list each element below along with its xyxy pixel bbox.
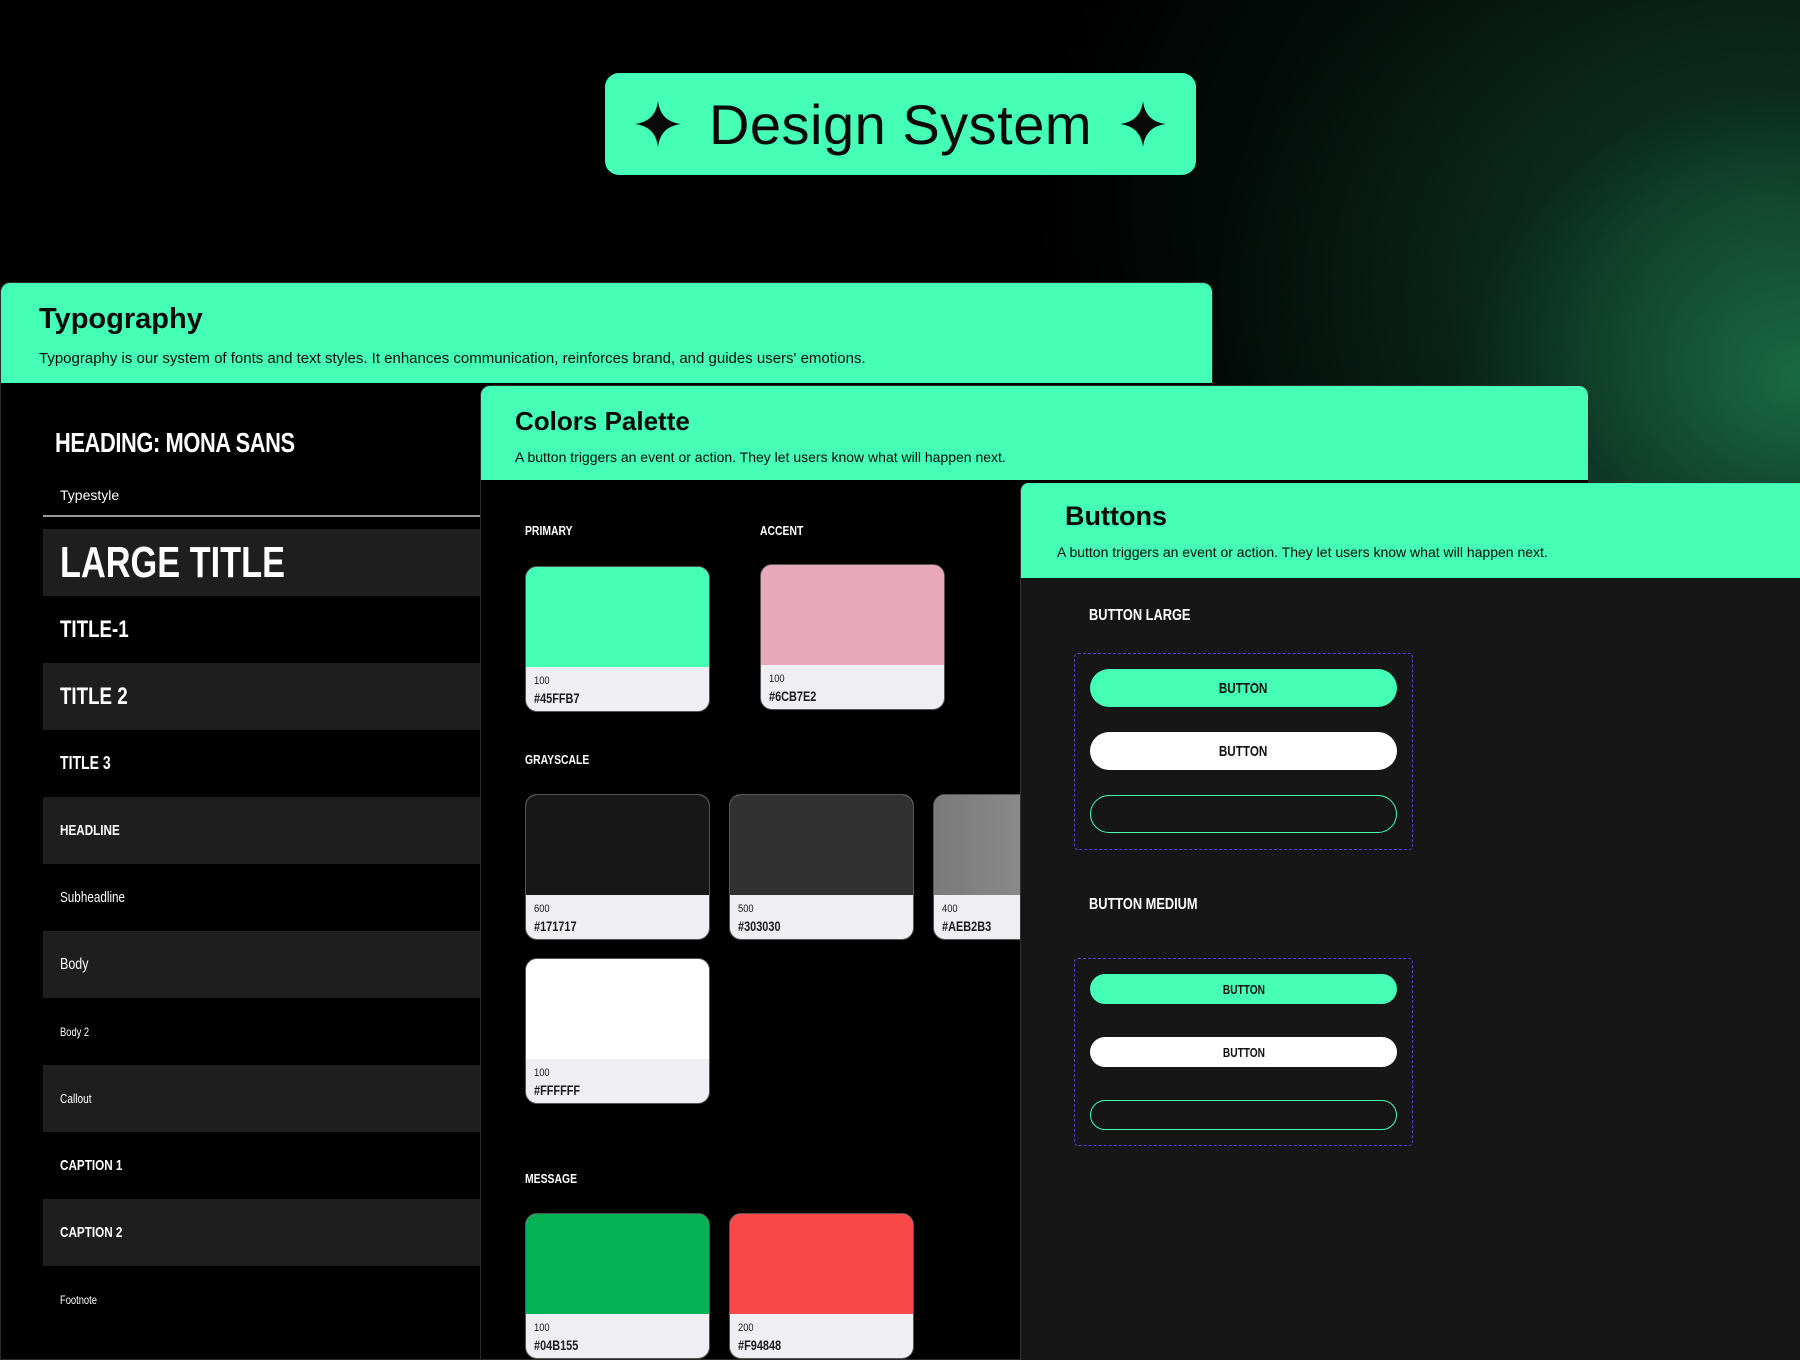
swatch-level: 100: [769, 673, 785, 685]
type-row-title-2: TITLE 2: [43, 663, 481, 730]
type-row-caption-2: CAPTION 2: [43, 1199, 481, 1266]
medium-outline-button[interactable]: [1090, 1100, 1397, 1130]
color-chip: [526, 795, 709, 895]
color-swatch-gray-600[interactable]: 600 #171717: [525, 794, 710, 940]
type-row-body-2: Body 2: [60, 1024, 90, 1039]
color-swatch-gray-100[interactable]: 100 #FFFFFF: [525, 958, 710, 1104]
sparkle-icon: [634, 101, 681, 147]
color-swatch-error[interactable]: 200 #F94848: [729, 1213, 914, 1359]
page-title: Design System: [708, 92, 1093, 156]
accent-label: ACCENT: [760, 523, 804, 538]
large-outline-button[interactable]: [1090, 795, 1397, 833]
divider: [43, 515, 481, 517]
colors-description: A button triggers an event or action. Th…: [515, 449, 1006, 465]
buttons-header: Buttons A button triggers an event or ac…: [1021, 483, 1800, 578]
swatch-hex: #04B155: [534, 1337, 579, 1353]
type-row-title-1: TITLE-1: [60, 615, 129, 643]
primary-label: PRIMARY: [525, 523, 573, 538]
color-swatch-accent[interactable]: 100 #6CB7E2: [760, 564, 945, 710]
type-row-large-title: LARGE TITLE: [43, 529, 481, 596]
color-chip: [730, 1214, 913, 1314]
color-chip: [526, 567, 709, 667]
swatch-hex: #6CB7E2: [769, 688, 817, 704]
color-chip: [730, 795, 913, 895]
button-medium-label: BUTTON MEDIUM: [1089, 896, 1198, 913]
swatch-hex: #45FFB7: [534, 690, 580, 706]
type-row-footnote: Footnote: [60, 1292, 97, 1307]
typestyle-label: Typestyle: [60, 487, 120, 503]
color-swatch-primary[interactable]: 100 #45FFB7: [525, 566, 710, 712]
color-swatch-success[interactable]: 100 #04B155: [525, 1213, 710, 1359]
color-swatch-gray-500[interactable]: 500 #303030: [729, 794, 914, 940]
swatch-hex: #303030: [738, 918, 781, 934]
swatch-hex: #FFFFFF: [534, 1082, 581, 1098]
button-large-label: BUTTON LARGE: [1089, 607, 1191, 624]
type-row-title-3: TITLE 3: [60, 753, 111, 773]
colors-header: Colors Palette A button triggers an even…: [481, 386, 1588, 480]
swatch-hex: #171717: [534, 918, 577, 934]
buttons-description: A button triggers an event or action. Th…: [1057, 544, 1548, 560]
swatch-level: 100: [534, 675, 550, 687]
design-system-badge: Design System: [605, 73, 1196, 175]
swatch-level: 100: [534, 1067, 550, 1079]
type-row-callout: Callout: [43, 1065, 481, 1132]
large-primary-button[interactable]: BUTTON: [1090, 669, 1397, 707]
typography-body: HEADING: MONA SANS Typestyle LARGE TITLE…: [1, 383, 481, 1359]
color-chip: [526, 1214, 709, 1314]
typography-header: Typography Typography is our system of f…: [1, 283, 1212, 383]
type-row-subheadline: Subheadline: [60, 889, 126, 906]
color-chip: [761, 565, 944, 665]
medium-secondary-button[interactable]: BUTTON: [1090, 1037, 1397, 1067]
medium-primary-button[interactable]: BUTTON: [1090, 974, 1397, 1004]
swatch-level: 500: [738, 903, 754, 915]
sparkle-icon: [1120, 101, 1167, 147]
type-row-headline: HEADLINE: [43, 797, 481, 864]
type-row-body: Body: [43, 931, 481, 998]
large-secondary-button[interactable]: BUTTON: [1090, 732, 1397, 770]
colors-title: Colors Palette: [515, 406, 690, 436]
type-row-caption-1: CAPTION 1: [60, 1157, 123, 1174]
color-chip: [526, 959, 709, 1059]
swatch-hex: #F94848: [738, 1337, 782, 1353]
button-medium-group: BUTTON BUTTON: [1074, 958, 1413, 1146]
swatch-level: 100: [534, 1322, 550, 1334]
button-large-group: BUTTON BUTTON: [1074, 653, 1413, 850]
message-label: MESSAGE: [525, 1171, 578, 1186]
buttons-title: Buttons: [1065, 501, 1167, 531]
swatch-level: 600: [534, 903, 550, 915]
typography-description: Typography is our system of fonts and te…: [39, 350, 866, 367]
buttons-panel: Buttons A button triggers an event or ac…: [1020, 483, 1800, 1360]
typography-title: Typography: [39, 303, 203, 335]
swatch-level: 200: [738, 1322, 754, 1334]
grayscale-label: GRAYSCALE: [525, 752, 590, 767]
heading-font-label: HEADING: MONA SANS: [55, 427, 295, 458]
